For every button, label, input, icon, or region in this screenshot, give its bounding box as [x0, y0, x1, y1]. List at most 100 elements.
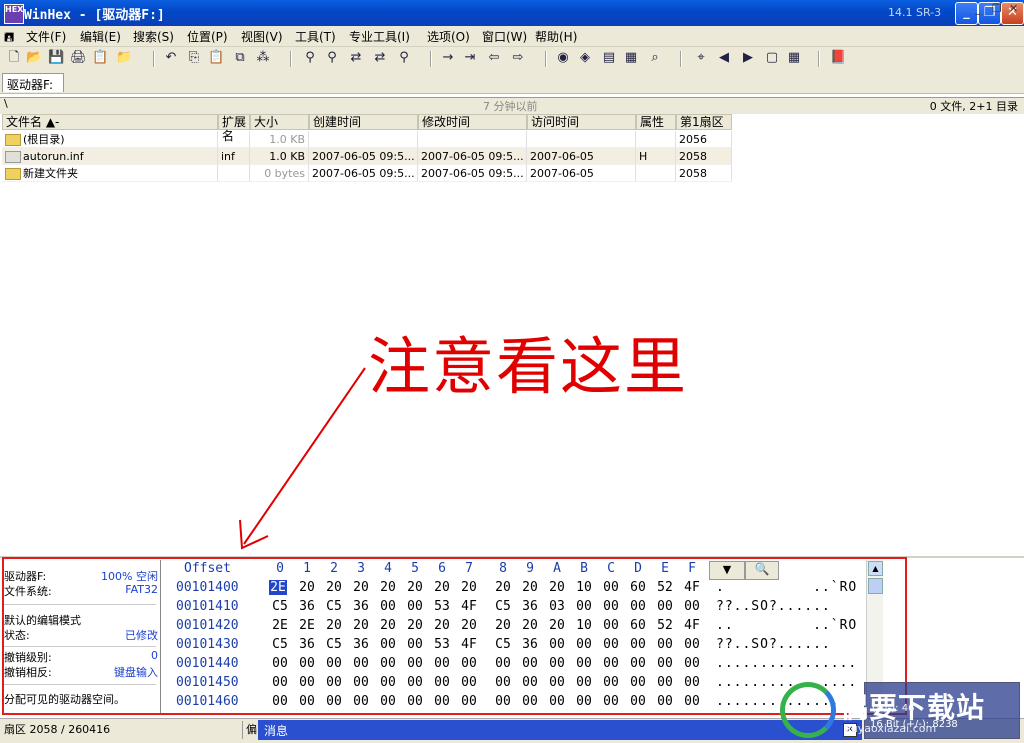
print-icon[interactable]: 🖨 [70, 50, 87, 66]
file-count-summary: 0 文件, 2+1 目录 [929, 100, 1018, 113]
open-folder-icon[interactable]: 📁 [116, 50, 132, 66]
file-cell-attr [636, 131, 676, 148]
menu-item-7[interactable]: 选项(O) [427, 28, 470, 45]
toolbar-separator [680, 51, 682, 67]
open-icon[interactable]: 📂 [26, 50, 42, 66]
grid-icon[interactable]: ▦ [786, 50, 802, 66]
version-label: 14.1 SR-3 [888, 6, 942, 19]
window-title: WinHex - [驱动器F:] [24, 8, 165, 23]
mdi-restore-button[interactable]: ❐ [992, 2, 1002, 15]
properties-icon[interactable]: 📋 [92, 50, 108, 66]
menu-item-6[interactable]: 专业工具(I) [349, 28, 410, 45]
forward-icon[interactable]: ⇨ [510, 50, 526, 66]
file-cell-ext [218, 131, 250, 148]
file-cell-sector: 2056 [676, 131, 732, 148]
message-title: 消息 [264, 724, 289, 738]
next-icon[interactable]: ▶ [740, 50, 756, 66]
column-header-3[interactable]: 创建时间 [309, 114, 418, 130]
menu-item-5[interactable]: 工具(T) [295, 28, 336, 45]
file-cell-size: 1.0 KB [250, 131, 309, 148]
snapshot-time: 7 分钟以前 [483, 100, 538, 113]
file-cell-sector: 2058 [676, 165, 732, 182]
file-cell-attr: H [636, 148, 676, 165]
winhex-app-icon[interactable]: HEX [4, 4, 24, 24]
disk-icon[interactable]: ◉ [555, 50, 571, 66]
annotation-text: 注意看这里 [368, 330, 689, 403]
column-header-0[interactable]: 文件名 ▲- [2, 114, 218, 130]
column-header-7[interactable]: 第1扇区 [676, 114, 732, 130]
search-icon[interactable]: ⌕ [647, 50, 663, 66]
file-cell-size: 1.0 KB [250, 148, 309, 165]
watermark-url: ouyaoxiazai.com [844, 722, 937, 735]
menu-item-9[interactable]: 帮助(H) [535, 28, 577, 45]
help-book-icon[interactable]: 📕 [830, 50, 846, 66]
highlight-box [2, 557, 907, 715]
file-cell-sector: 2058 [676, 148, 732, 165]
tab-strip [0, 71, 1024, 94]
prev-icon[interactable]: ◀ [716, 50, 732, 66]
folder-icon [5, 168, 21, 180]
menu-item-3[interactable]: 位置(P) [187, 28, 228, 45]
menu-item-4[interactable]: 视图(V) [241, 28, 283, 45]
toolbar-separator [430, 51, 432, 67]
find-next-icon[interactable]: ⚲ [396, 50, 412, 66]
sector-icon[interactable]: ⌖ [693, 50, 709, 66]
disk-clone-icon[interactable]: ◈ [577, 50, 593, 66]
copy-icon[interactable]: ⎘ [186, 50, 202, 66]
file-cell-created [309, 131, 418, 148]
annotation-arrow [239, 367, 366, 550]
document-icon[interactable]: 🖪 [4, 28, 18, 44]
mdi-close-button[interactable]: ✕ [1009, 2, 1018, 15]
file-cell-name[interactable]: (根目录) [2, 131, 218, 148]
column-header-2[interactable]: 大小 [250, 114, 309, 130]
file-cell-size: 0 bytes [250, 165, 309, 182]
file-cell-created: 2007-06-05 09:5... [309, 148, 418, 165]
column-header-5[interactable]: 访问时间 [527, 114, 636, 130]
replace-icon[interactable]: ⇄ [348, 50, 364, 66]
sector-position: 扇区 2058 / 260416 [4, 723, 111, 736]
tab-drive-f[interactable]: 驱动器F: [2, 73, 64, 92]
mdi-minimize-button[interactable]: _ [975, 2, 981, 15]
find-hex-icon[interactable]: ⚲ [324, 50, 340, 66]
menu-item-8[interactable]: 窗口(W) [482, 28, 527, 45]
column-header-6[interactable]: 属性 [636, 114, 676, 130]
current-path: \ [4, 97, 8, 110]
menu-item-0[interactable]: 文件(F) [26, 28, 66, 45]
replace-hex-icon[interactable]: ⇄ [372, 50, 388, 66]
goto-offset-icon[interactable]: ⇥ [462, 50, 478, 66]
file-cell-name[interactable]: 新建文件夹 [2, 165, 218, 182]
back-icon[interactable]: ⇦ [486, 50, 502, 66]
toolbar-separator [818, 51, 820, 67]
file-name: 新建文件夹 [23, 167, 78, 180]
find-icon[interactable]: ⚲ [302, 50, 318, 66]
tab-label: 驱动器F: [7, 78, 54, 92]
toolbar-separator [545, 51, 547, 67]
ram-icon[interactable]: ▤ [601, 50, 617, 66]
paste-special-icon[interactable]: ⧉ [232, 50, 248, 66]
calculator-icon[interactable]: ▦ [623, 50, 639, 66]
file-cell-name[interactable]: autorun.inf [2, 148, 218, 165]
watermark-text: 偶要下载站 [840, 691, 986, 724]
menu-item-2[interactable]: 搜索(S) [133, 28, 174, 45]
menu-item-1[interactable]: 编辑(E) [80, 28, 121, 45]
file-cell-accessed: 2007-06-05 [527, 148, 636, 165]
folder-icon [5, 134, 21, 146]
toolbar-separator [290, 51, 292, 67]
file-name: (根目录) [23, 133, 65, 146]
binary-icon[interactable]: ⁂ [255, 50, 271, 66]
column-header-4[interactable]: 修改时间 [418, 114, 527, 130]
column-header-1[interactable]: 扩展名 [218, 114, 250, 143]
file-cell-created: 2007-06-05 09:5... [309, 165, 418, 182]
goto-icon[interactable]: → [440, 50, 456, 66]
message-bar: 消息 [258, 720, 862, 740]
folder-icon[interactable]: ▢ [764, 50, 780, 66]
save-icon[interactable]: 💾 [48, 50, 64, 66]
file-icon [5, 151, 21, 163]
file-cell-modified [418, 131, 527, 148]
file-cell-attr [636, 165, 676, 182]
new-file-icon[interactable]: 🗋 [6, 50, 22, 66]
offset-label: 偏 [246, 723, 257, 736]
undo-icon[interactable]: ↶ [163, 50, 179, 66]
file-cell-ext: inf [218, 148, 250, 165]
paste-icon[interactable]: 📋 [208, 50, 224, 66]
